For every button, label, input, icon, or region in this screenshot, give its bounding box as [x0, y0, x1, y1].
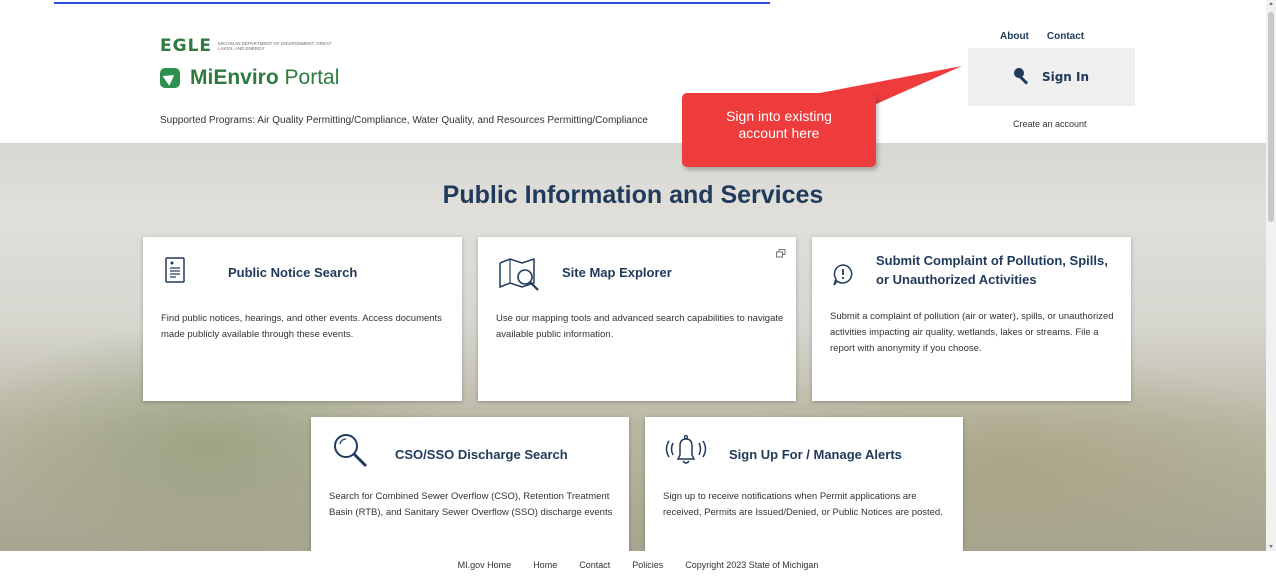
card-title-line-2: or Unauthorized Activities: [876, 272, 1037, 287]
card-title: Submit Complaint of Pollution, Spills, o…: [876, 251, 1108, 289]
footer-policies-link[interactable]: Policies: [632, 560, 663, 570]
external-link-icon[interactable]: [776, 249, 786, 259]
exclamation-bubble-icon: [833, 264, 853, 286]
hero-section: Public Information and Services Public N…: [0, 143, 1266, 551]
card-title: Site Map Explorer: [562, 265, 672, 280]
bell-icon: [665, 434, 707, 464]
callout-line-1: Sign into existing: [726, 108, 832, 124]
footer-mi-gov-home-link[interactable]: MI.gov Home: [458, 560, 512, 570]
magnifier-icon: [334, 434, 368, 468]
footer-contact-link[interactable]: Contact: [579, 560, 610, 570]
card-public-notice-search[interactable]: Public Notice Search Find public notices…: [143, 237, 462, 401]
scroll-down-icon[interactable]: [1269, 545, 1273, 548]
footer-copyright: Copyright 2023 State of Michigan: [685, 560, 819, 570]
card-description: Search for Combined Sewer Overflow (CSO)…: [329, 491, 613, 518]
map-search-icon: [499, 257, 539, 291]
page: EGLE Michigan Department of Environment,…: [0, 0, 1276, 579]
card-title: Sign Up For / Manage Alerts: [729, 447, 902, 462]
card-title: Public Notice Search: [228, 265, 358, 280]
card-description: Use our mapping tools and advanced searc…: [496, 313, 784, 340]
card-manage-alerts[interactable]: Sign Up For / Manage Alerts Sign up to r…: [645, 417, 963, 551]
card-description: Submit a complaint of pollution (air or …: [830, 311, 1114, 354]
callout-line-2: account here: [738, 125, 820, 141]
document-list-icon: [165, 257, 185, 283]
card-description: Find public notices, hearings, and other…: [161, 313, 442, 340]
card-title-line-1: Submit Complaint of Pollution, Spills,: [876, 253, 1108, 268]
card-site-map-explorer[interactable]: Site Map Explorer Use our mapping tools …: [478, 237, 796, 401]
site-footer: MI.gov Home Home Contact Policies Copyri…: [0, 551, 1276, 579]
card-description: Sign up to receive notifications when Pe…: [663, 491, 943, 518]
card-cso-sso-discharge-search[interactable]: CSO/SSO Discharge Search Search for Comb…: [311, 417, 629, 551]
footer-home-link[interactable]: Home: [533, 560, 557, 570]
callout-pointer: [720, 66, 962, 142]
card-submit-complaint[interactable]: Submit Complaint of Pollution, Spills, o…: [812, 237, 1131, 401]
card-title: CSO/SSO Discharge Search: [395, 447, 568, 462]
sign-in-callout: Sign into existing account here: [682, 93, 876, 167]
